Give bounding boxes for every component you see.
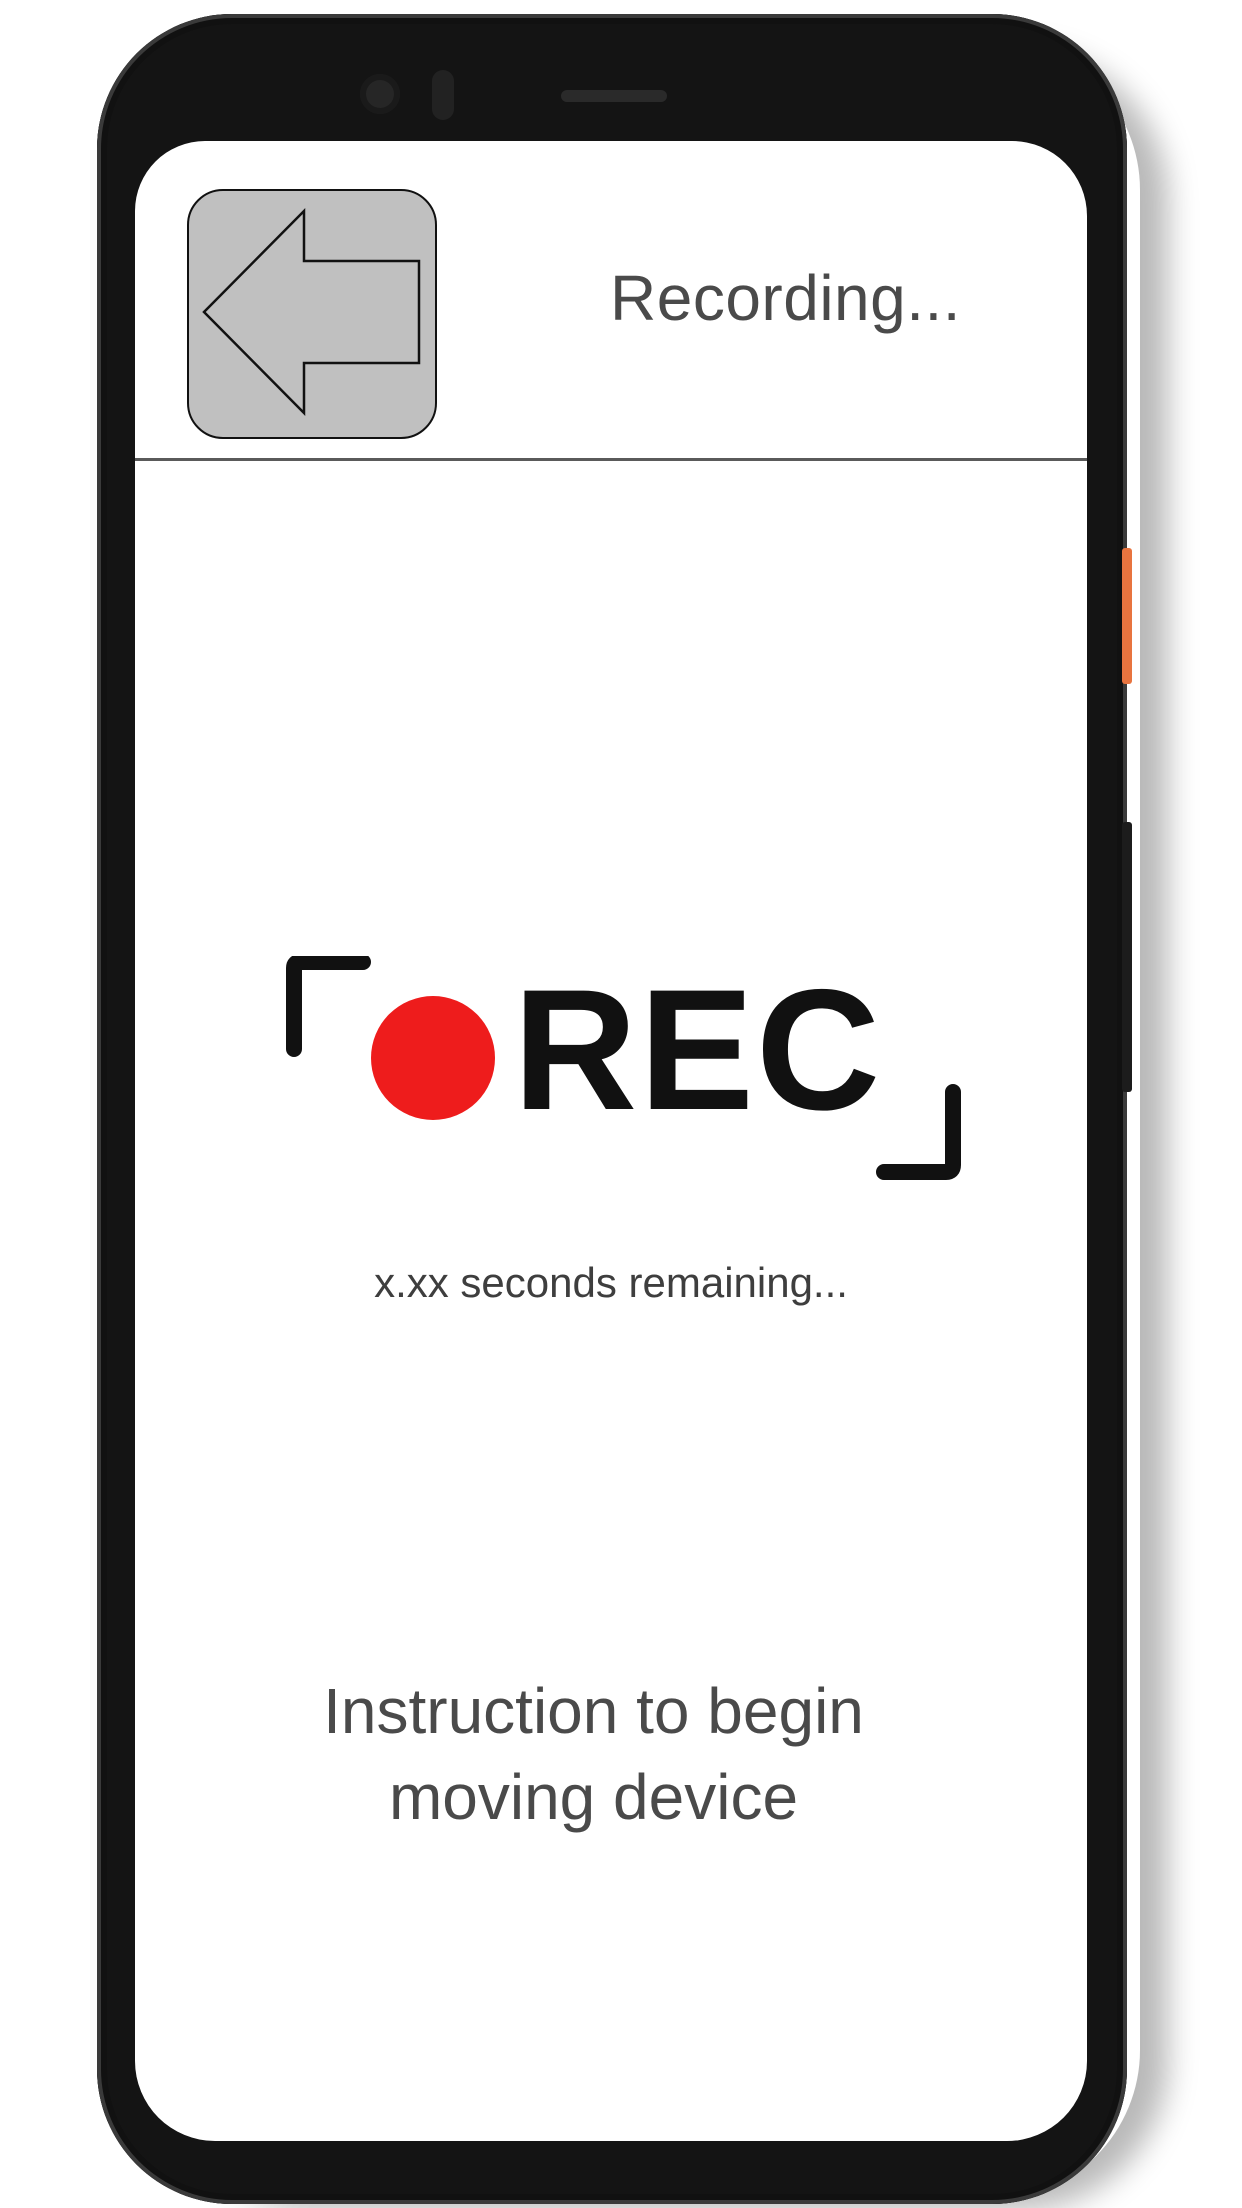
instruction-line-1: Instruction to begin: [323, 1675, 864, 1747]
instruction-line-2: moving device: [388, 1761, 799, 1833]
earpiece-speaker: [561, 90, 667, 102]
volume-button: [1122, 822, 1132, 1092]
app-header: Recording...: [135, 141, 1087, 461]
sensor-icon: [432, 70, 454, 120]
stage: Recording... REC x.xx seconds remaining.…: [0, 0, 1242, 2208]
back-arrow-icon: [202, 207, 421, 417]
power-button: [1122, 548, 1132, 684]
rec-indicator: REC: [285, 956, 965, 1186]
phone-screen: Recording... REC x.xx seconds remaining.…: [135, 141, 1087, 2141]
instruction-text: Instruction to begin moving device: [135, 1668, 1052, 1840]
rec-label: REC: [513, 954, 883, 1146]
record-dot-icon: [371, 996, 495, 1120]
back-button[interactable]: [187, 189, 437, 439]
front-camera-icon: [360, 74, 400, 114]
page-title: Recording...: [610, 262, 962, 334]
time-remaining-text: x.xx seconds remaining...: [374, 1259, 848, 1306]
